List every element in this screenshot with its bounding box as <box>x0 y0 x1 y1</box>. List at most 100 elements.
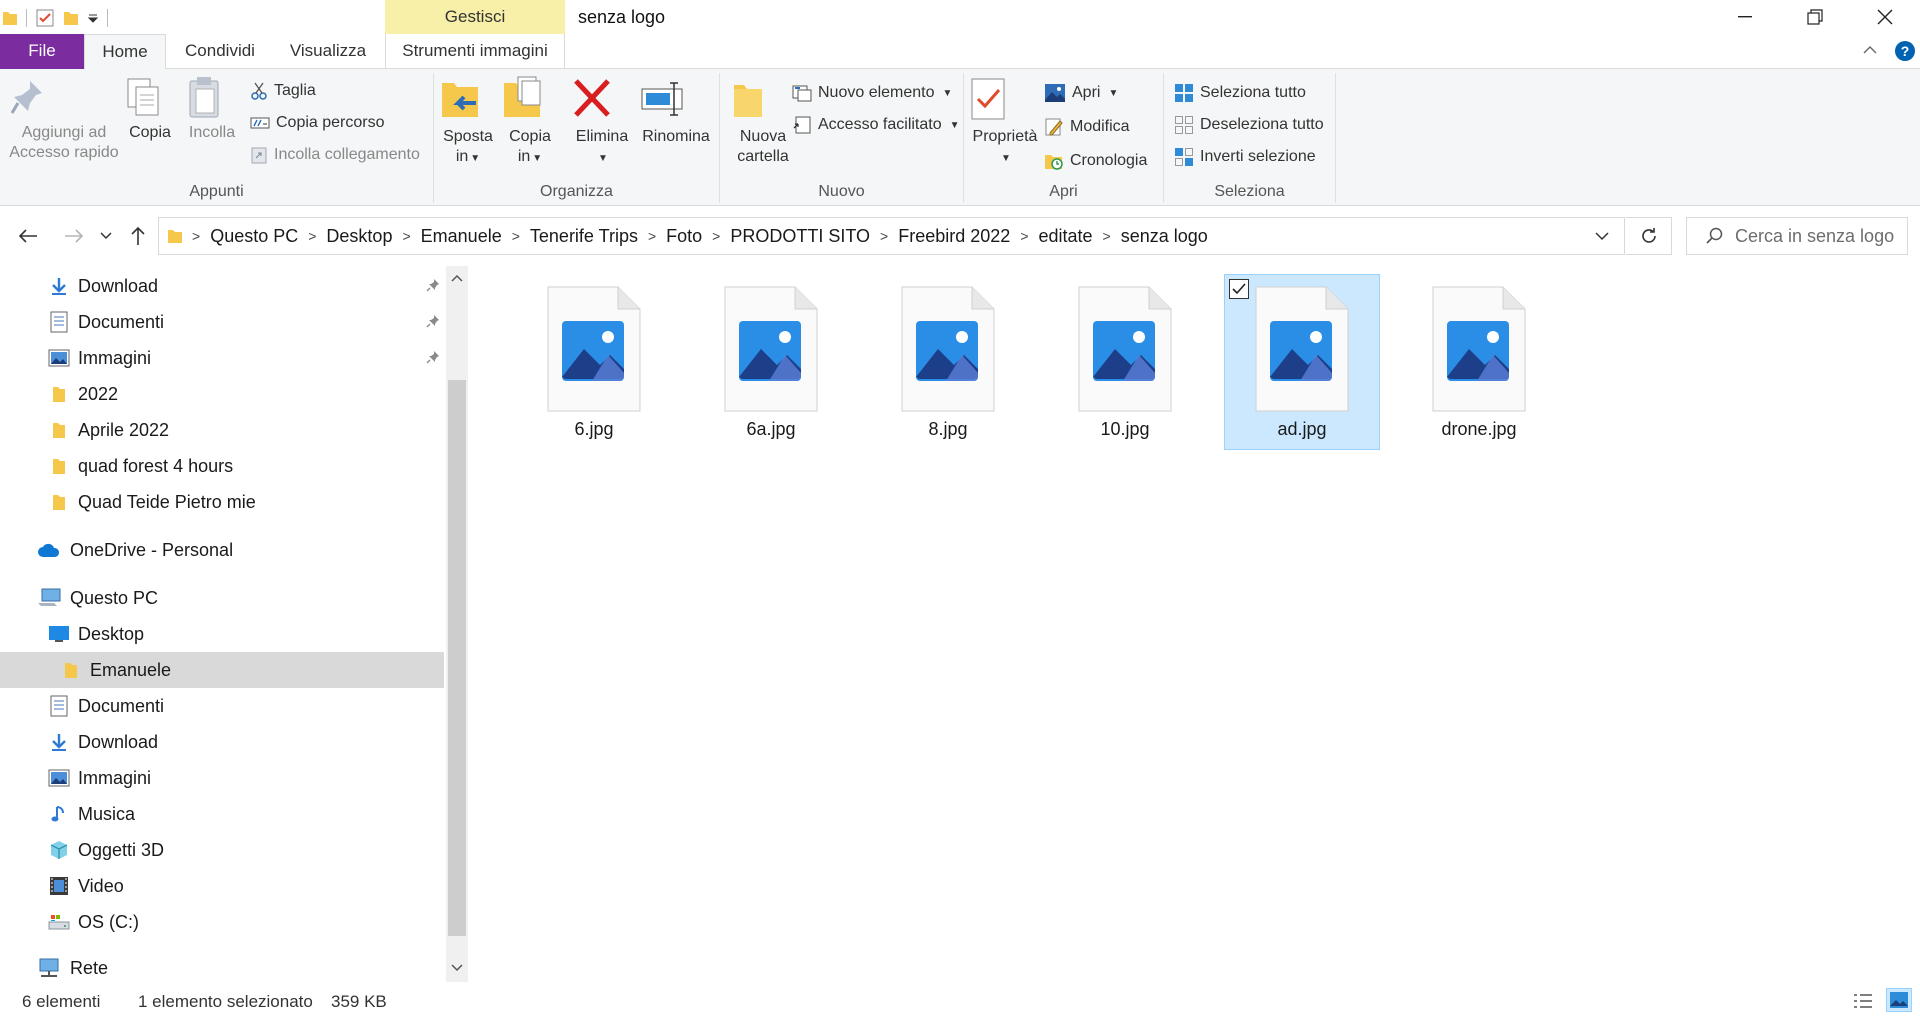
history-button[interactable]: Cronologia <box>1044 149 1147 173</box>
nav-item-questo-pc[interactable]: Questo PC <box>0 580 444 616</box>
nav-item-quick-access[interactable]: 2022 <box>0 376 444 412</box>
cut-button[interactable]: Taglia <box>250 79 316 103</box>
group-apri: Proprietà ▼ Apri ▼ Modifica Cronologia Ap… <box>964 73 1164 203</box>
breadcrumb-separator-icon[interactable]: > <box>1098 228 1116 244</box>
pin-quick-access-button[interactable]: Aggiungi ad Accesso rapido <box>8 75 120 163</box>
scroll-up-icon[interactable] <box>451 274 463 282</box>
pin-icon[interactable] <box>426 314 440 328</box>
nav-item-quick-access[interactable]: Aprile 2022 <box>0 412 444 448</box>
copy-to-button[interactable]: Copia in ▼ <box>500 75 560 169</box>
open-button[interactable]: Apri ▼ <box>1044 81 1118 105</box>
breadcrumb-item[interactable]: senza logo <box>1116 226 1213 247</box>
breadcrumb-item[interactable]: Questo PC <box>205 226 303 247</box>
properties-button[interactable]: Proprietà ▼ <box>968 75 1042 169</box>
new-folder-icon[interactable] <box>63 9 79 27</box>
breadcrumb-separator-icon[interactable]: > <box>303 228 321 244</box>
recent-locations-button[interactable] <box>94 220 118 252</box>
breadcrumb-separator-icon[interactable]: > <box>507 228 525 244</box>
up-button[interactable] <box>122 220 154 252</box>
invert-selection-button[interactable]: Inverti selezione <box>1174 145 1316 169</box>
new-item-button[interactable]: Nuovo elemento ▼ <box>792 81 952 105</box>
back-button[interactable] <box>12 220 44 252</box>
nav-item-quick-access[interactable]: Download <box>0 268 444 304</box>
customize-dropdown-icon[interactable] <box>87 11 99 25</box>
breadcrumb-item[interactable]: Tenerife Trips <box>525 226 643 247</box>
breadcrumb-separator-icon[interactable]: > <box>643 228 661 244</box>
tab-file[interactable]: File <box>0 34 84 69</box>
copy-path-label: Copia percorso <box>276 114 385 131</box>
breadcrumb-item[interactable]: Emanuele <box>416 226 507 247</box>
help-icon[interactable]: ? <box>1894 40 1916 62</box>
breadcrumb-separator-icon[interactable]: > <box>707 228 725 244</box>
nav-item-pc[interactable]: Oggetti 3D <box>0 832 444 868</box>
pin-icon[interactable] <box>426 278 440 292</box>
breadcrumb-separator-icon[interactable]: > <box>875 228 893 244</box>
search-box[interactable]: Cerca in senza logo <box>1686 217 1908 255</box>
breadcrumb-separator-icon[interactable]: > <box>187 228 205 244</box>
tab-strumenti-immagini[interactable]: Strumenti immagini <box>385 34 565 69</box>
breadcrumb-separator-icon[interactable]: > <box>397 228 415 244</box>
tab-condividi[interactable]: Condividi <box>170 34 270 69</box>
nav-item-pc[interactable]: Download <box>0 724 444 760</box>
close-button[interactable] <box>1850 0 1920 34</box>
new-folder-button[interactable]: Nuova cartella <box>728 75 798 167</box>
copy-path-button[interactable]: Copia percorso <box>250 111 385 135</box>
restore-button[interactable] <box>1780 0 1850 34</box>
file-item[interactable]: 8.jpg <box>870 274 1026 450</box>
paste-button[interactable]: Incolla <box>184 75 240 143</box>
copy-button[interactable]: Copia <box>124 75 176 143</box>
nav-item-onedrive[interactable]: OneDrive - Personal <box>0 532 444 568</box>
tab-home[interactable]: Home <box>84 34 166 70</box>
file-item[interactable]: 6.jpg <box>516 274 672 450</box>
paste-shortcut-button[interactable]: Incolla collegamento <box>250 143 420 167</box>
details-view-icon[interactable] <box>1852 991 1874 1011</box>
breadcrumb-separator-icon[interactable]: > <box>1015 228 1033 244</box>
pin-icon[interactable] <box>426 350 440 364</box>
file-item[interactable]: ad.jpg <box>1224 274 1380 450</box>
nav-item-label: Musica <box>78 803 136 824</box>
nav-item-pc[interactable]: Video <box>0 868 444 904</box>
nav-item-pc[interactable]: Musica <box>0 796 444 832</box>
nav-scrollbar[interactable] <box>446 266 468 982</box>
breadcrumb-item[interactable]: Foto <box>661 226 707 247</box>
nav-item-quick-access[interactable]: Documenti <box>0 304 444 340</box>
forward-button[interactable] <box>58 220 90 252</box>
minimize-button[interactable] <box>1710 0 1780 34</box>
select-all-button[interactable]: Seleziona tutto <box>1174 81 1306 105</box>
address-bar[interactable]: > Questo PC > Desktop > Emanuele > Tener… <box>158 217 1625 255</box>
nav-item-quick-access[interactable]: Quad Teide Pietro mie <box>0 484 444 520</box>
move-to-button[interactable]: Sposta in ▼ <box>438 75 498 169</box>
nav-item-quick-access[interactable]: Immagini <box>0 340 444 376</box>
breadcrumb-item[interactable]: Freebird 2022 <box>893 226 1015 247</box>
nav-item-pc[interactable]: Emanuele <box>0 652 444 688</box>
large-icons-view-icon[interactable] <box>1886 988 1912 1012</box>
address-dropdown-button[interactable] <box>1580 218 1624 254</box>
nav-item-rete[interactable]: Rete <box>0 950 444 986</box>
file-item[interactable]: drone.jpg <box>1401 274 1557 450</box>
file-item[interactable]: 6a.jpg <box>693 274 849 450</box>
scroll-thumb[interactable] <box>448 380 466 936</box>
breadcrumb-item[interactable]: Desktop <box>321 226 397 247</box>
file-item[interactable]: 10.jpg <box>1047 274 1203 450</box>
nav-item-pc[interactable]: Desktop <box>0 616 444 652</box>
rename-button[interactable]: Rinomina <box>638 75 714 147</box>
select-none-button[interactable]: Deseleziona tutto <box>1174 113 1324 137</box>
nav-item-pc[interactable]: Immagini <box>0 760 444 796</box>
nav-item-pc[interactable]: Documenti <box>0 688 444 724</box>
easy-access-button[interactable]: Accesso facilitato ▼ <box>792 113 960 137</box>
breadcrumb: > Questo PC > Desktop > Emanuele > Tener… <box>159 218 1580 254</box>
nav-item-pc[interactable]: OS (C:) <box>0 904 444 940</box>
checkbox-checked-icon[interactable] <box>1229 279 1249 299</box>
nav-item-quick-access[interactable]: quad forest 4 hours <box>0 448 444 484</box>
breadcrumb-item[interactable]: editate <box>1034 226 1098 247</box>
chevron-down-icon <box>1595 231 1609 241</box>
scroll-down-icon[interactable] <box>451 964 463 972</box>
properties-icon[interactable] <box>35 8 55 28</box>
breadcrumb-item[interactable]: PRODOTTI SITO <box>725 226 875 247</box>
edit-button[interactable]: Modifica <box>1044 115 1130 139</box>
tab-visualizza[interactable]: Visualizza <box>276 34 380 69</box>
refresh-button[interactable] <box>1626 217 1672 255</box>
collapse-ribbon-icon[interactable] <box>1862 42 1878 58</box>
nav-item-label: Video <box>78 875 124 896</box>
delete-button[interactable]: Elimina ▼ <box>570 75 634 169</box>
